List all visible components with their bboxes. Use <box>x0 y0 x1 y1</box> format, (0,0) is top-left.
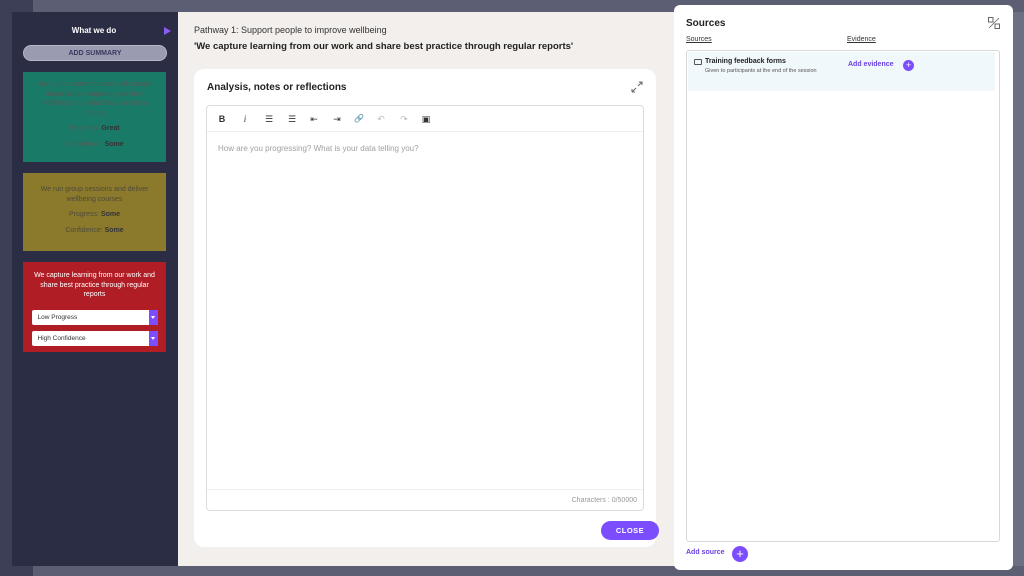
outcome-card-text: We run group sessions and deliver wellbe… <box>40 186 149 203</box>
outcome-card-group-sessions[interactable]: We run group sessions and deliver wellbe… <box>23 173 166 251</box>
bullet-list-icon[interactable]: ☰ <box>285 112 299 126</box>
editor-placeholder: How are you progressing? What is your da… <box>218 144 419 153</box>
outcome-confidence: Confidence: Some <box>65 226 124 234</box>
add-summary-button[interactable]: ADD SUMMARY <box>23 45 167 61</box>
close-button[interactable]: CLOSE <box>601 521 659 540</box>
outcome-progress: Progress: Some <box>69 211 120 218</box>
source-name: Training feedback forms <box>705 58 786 65</box>
sources-list: Training feedback forms Given to partici… <box>686 50 1000 542</box>
what-we-do-title: What we do <box>71 26 117 35</box>
notes-card: Analysis, notes or reflections B i ☰ ☰ ⇤… <box>194 69 659 547</box>
plus-icon[interactable]: + <box>903 60 914 71</box>
italic-button[interactable]: i <box>238 112 252 126</box>
chevron-down-icon[interactable] <box>148 309 158 325</box>
editor-toolbar: B i ☰ ☰ ⇤ ⇥ 🔗 ↶ ↷ ▣ <box>207 106 643 132</box>
sources-title: Sources <box>686 18 726 29</box>
outcome-statement: 'We capture learning from our work and s… <box>194 41 574 52</box>
source-row[interactable]: Training feedback forms Given to partici… <box>688 52 995 91</box>
outcome-card-text: We capture learning from our work and sh… <box>34 272 155 298</box>
outcome-progress: Progress: Great <box>69 125 120 132</box>
sources-column-header: Sources <box>686 36 712 43</box>
notes-editor[interactable]: B i ☰ ☰ ⇤ ⇥ 🔗 ↶ ↷ ▣ How are you progress… <box>206 105 644 511</box>
link-icon[interactable]: 🔗 <box>352 112 366 126</box>
outcome-confidence: Confidence: Some <box>65 140 124 148</box>
indent-icon[interactable]: ⇥ <box>330 112 344 126</box>
undo-icon[interactable]: ↶ <box>374 112 388 126</box>
outcome-card-capture-learning[interactable]: We capture learning from our work and sh… <box>23 262 166 352</box>
confidence-select[interactable]: High Confidence <box>31 330 158 346</box>
character-count: Characters : 0/50000 <box>207 489 643 510</box>
image-icon[interactable]: ▣ <box>419 112 433 126</box>
bold-button[interactable]: B <box>215 112 229 126</box>
notes-title: Analysis, notes or reflections <box>207 82 347 93</box>
outcome-card-conversations[interactable]: Have good conversations with people abou… <box>23 72 166 162</box>
add-source-plus-icon[interactable]: + <box>732 546 748 562</box>
pathway-label: Pathway 1: Support people to improve wel… <box>194 25 387 35</box>
add-source-link[interactable]: Add source <box>686 549 725 556</box>
evidence-column-header: Evidence <box>847 36 876 43</box>
sources-panel: Sources Sources Evidence Training feedba… <box>674 5 1013 570</box>
source-description: Given to participants at the end of the … <box>705 68 817 74</box>
chevron-down-icon[interactable] <box>148 330 158 346</box>
outcome-card-text: Have good conversations with people abou… <box>36 81 153 117</box>
progress-select[interactable]: Low Progress <box>31 309 158 325</box>
reflection-panel: Pathway 1: Support people to improve wel… <box>178 12 675 566</box>
redo-icon[interactable]: ↷ <box>397 112 411 126</box>
expand-icon[interactable] <box>631 81 643 93</box>
add-evidence-link[interactable]: Add evidence <box>848 61 894 68</box>
ordered-list-icon[interactable]: ☰ <box>262 112 276 126</box>
folder-icon <box>694 59 702 65</box>
collapse-icon[interactable] <box>988 17 1000 29</box>
play-icon[interactable] <box>164 27 171 35</box>
outdent-icon[interactable]: ⇤ <box>307 112 321 126</box>
